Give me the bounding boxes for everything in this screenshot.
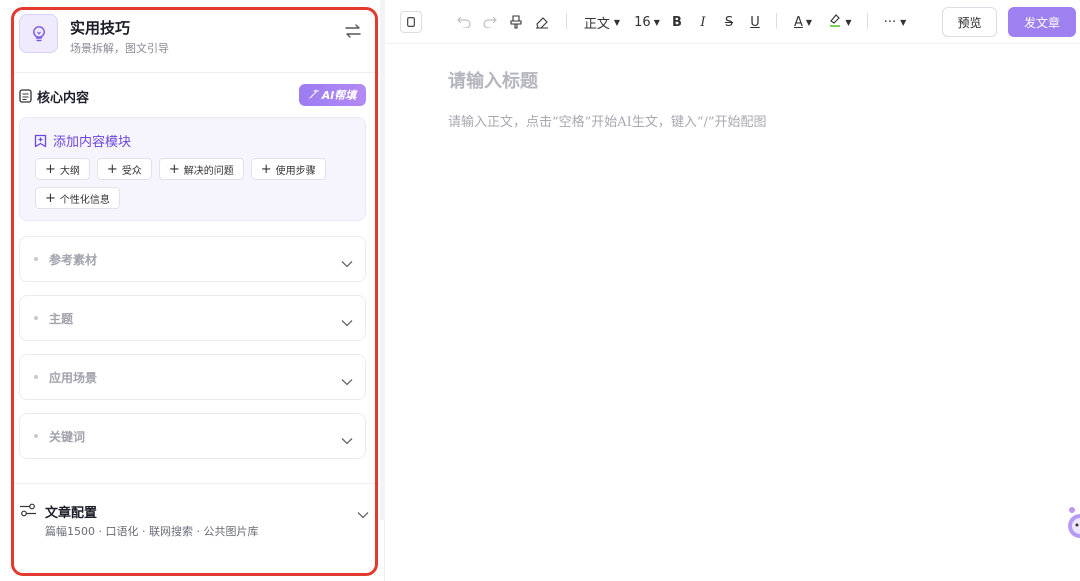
add-module-label: 添加内容模块 xyxy=(53,135,132,150)
swap-icon[interactable] xyxy=(344,22,362,40)
plus-icon: + xyxy=(45,161,56,177)
font-size-select[interactable]: 16 ▼ xyxy=(632,12,662,32)
add-module-icon xyxy=(34,134,47,152)
section-label: 关键词 xyxy=(49,430,86,444)
section-label: 参考素材 xyxy=(49,253,98,267)
section-keywords[interactable]: 关键词 xyxy=(19,413,366,459)
bullet-dot xyxy=(34,375,38,379)
panel-header: 实用技巧 场景拆解，图文引导 xyxy=(19,14,366,58)
italic-button[interactable]: I xyxy=(695,12,711,32)
caret-down-icon: ▼ xyxy=(900,17,907,27)
caret-down-icon: ▼ xyxy=(845,17,852,27)
plus-icon: + xyxy=(106,161,118,177)
chip-problem[interactable]: + 解决的问题 xyxy=(158,158,244,180)
add-module-title[interactable]: 添加内容模块 xyxy=(34,131,131,152)
font-color-button[interactable]: A ▼ xyxy=(790,12,816,32)
plus-icon: + xyxy=(45,190,56,206)
publish-button[interactable]: 发文章 xyxy=(1008,7,1076,37)
config-description: 篇幅1500 · 口语化 · 联网搜索 · 公共图片库 xyxy=(45,525,259,538)
left-panel: 实用技巧 场景拆解，图文引导 核心内容 AI帮填 添加内容模块 + 大纲 + 受… xyxy=(0,0,385,581)
bold-button[interactable]: B xyxy=(669,12,685,32)
section-scenario[interactable]: 应用场景 xyxy=(19,354,366,400)
highlighter-icon xyxy=(828,13,842,31)
bullet-dot xyxy=(34,316,38,320)
font-size-value: 16 xyxy=(634,14,651,30)
divider xyxy=(11,483,381,484)
paragraph-style-select[interactable]: 正文 ▼ xyxy=(580,12,624,32)
undo-icon[interactable] xyxy=(456,12,472,32)
strikethrough-button[interactable]: S xyxy=(721,12,737,32)
section-topic[interactable]: 主题 xyxy=(19,295,366,341)
chevron-down-icon xyxy=(341,430,353,449)
document-icon xyxy=(19,88,32,107)
toolbar-separator xyxy=(867,13,868,29)
preview-button[interactable]: 预览 xyxy=(942,7,997,37)
plus-icon: + xyxy=(168,161,180,177)
section-label: 主题 xyxy=(49,312,74,326)
caret-down-icon: ▼ xyxy=(805,17,813,27)
toolbar-separator xyxy=(566,13,567,29)
more-options-button[interactable]: ··· ▼ xyxy=(880,12,910,32)
title-input[interactable]: 请输入标题 xyxy=(448,67,538,93)
bullet-dot xyxy=(34,434,38,438)
format-painter-icon[interactable] xyxy=(508,12,524,32)
chip-label: 个性化信息 xyxy=(59,194,110,206)
module-chips: + 大纲 + 受众 + 解决的问题 + 使用步骤 + 个性化信息 xyxy=(35,158,355,209)
magic-wand-icon xyxy=(309,88,320,102)
core-content-label: 核心内容 xyxy=(37,91,90,106)
chip-steps[interactable]: + 使用步骤 xyxy=(250,158,326,180)
panel-title: 实用技巧 xyxy=(70,19,131,37)
chip-label: 使用步骤 xyxy=(275,165,316,177)
paragraph-style-value: 正文 xyxy=(583,16,610,32)
redo-icon[interactable] xyxy=(482,12,498,32)
chip-label: 受众 xyxy=(121,165,142,177)
section-label: 应用场景 xyxy=(49,371,98,385)
settings-sliders-icon xyxy=(19,502,37,521)
chevron-down-icon xyxy=(341,312,353,331)
config-title: 文章配置 xyxy=(45,506,98,521)
more-label: ··· xyxy=(883,14,897,30)
caret-down-icon: ▼ xyxy=(653,17,660,27)
scrollbar[interactable] xyxy=(380,0,385,520)
chip-outline[interactable]: + 大纲 xyxy=(35,158,90,180)
chevron-down-icon xyxy=(357,504,369,523)
underline-button[interactable]: U xyxy=(747,12,763,32)
panel-subtitle: 场景拆解，图文引导 xyxy=(70,42,169,55)
chevron-down-icon xyxy=(341,253,353,272)
article-config[interactable]: 文章配置 篇幅1500 · 口语化 · 联网搜索 · 公共图片库 xyxy=(19,500,369,540)
bullet-dot xyxy=(34,257,38,261)
caret-down-icon: ▼ xyxy=(613,17,621,27)
editor-toolbar: 正文 ▼ 16 ▼ B I S U A ▼ ▼ ··· ▼ 预览 发文章 xyxy=(386,0,1080,44)
app-window: 实用技巧 场景拆解，图文引导 核心内容 AI帮填 添加内容模块 + 大纲 + 受… xyxy=(0,0,1080,581)
highlight-color-button[interactable]: ▼ xyxy=(826,12,854,32)
section-reference-material[interactable]: 参考素材 xyxy=(19,236,366,282)
add-module-card: 添加内容模块 + 大纲 + 受众 + 解决的问题 + 使用步骤 + 个性化信息 xyxy=(19,117,366,221)
divider xyxy=(11,72,381,73)
chip-personal-info[interactable]: + 个性化信息 xyxy=(35,187,120,209)
eraser-icon[interactable] xyxy=(534,12,550,32)
body-input[interactable]: 请输入正文，点击“空格”开始AI生文，键入“/”开始配图 xyxy=(448,111,767,130)
chevron-down-icon xyxy=(341,371,353,390)
block-icon[interactable] xyxy=(400,11,422,33)
plus-icon: + xyxy=(260,161,272,177)
chip-audience[interactable]: + 受众 xyxy=(96,158,152,180)
lightbulb-icon xyxy=(19,14,58,53)
assistant-mascot-icon[interactable] xyxy=(1064,500,1080,548)
chip-label: 解决的问题 xyxy=(183,165,234,177)
font-color-label: A xyxy=(793,14,803,30)
toolbar-separator xyxy=(776,13,777,29)
ai-fill-button[interactable]: AI帮填 xyxy=(299,84,366,106)
chip-label: 大纲 xyxy=(59,165,80,177)
ai-fill-label: AI帮填 xyxy=(321,89,357,102)
core-content-row: 核心内容 AI帮填 xyxy=(19,84,366,108)
